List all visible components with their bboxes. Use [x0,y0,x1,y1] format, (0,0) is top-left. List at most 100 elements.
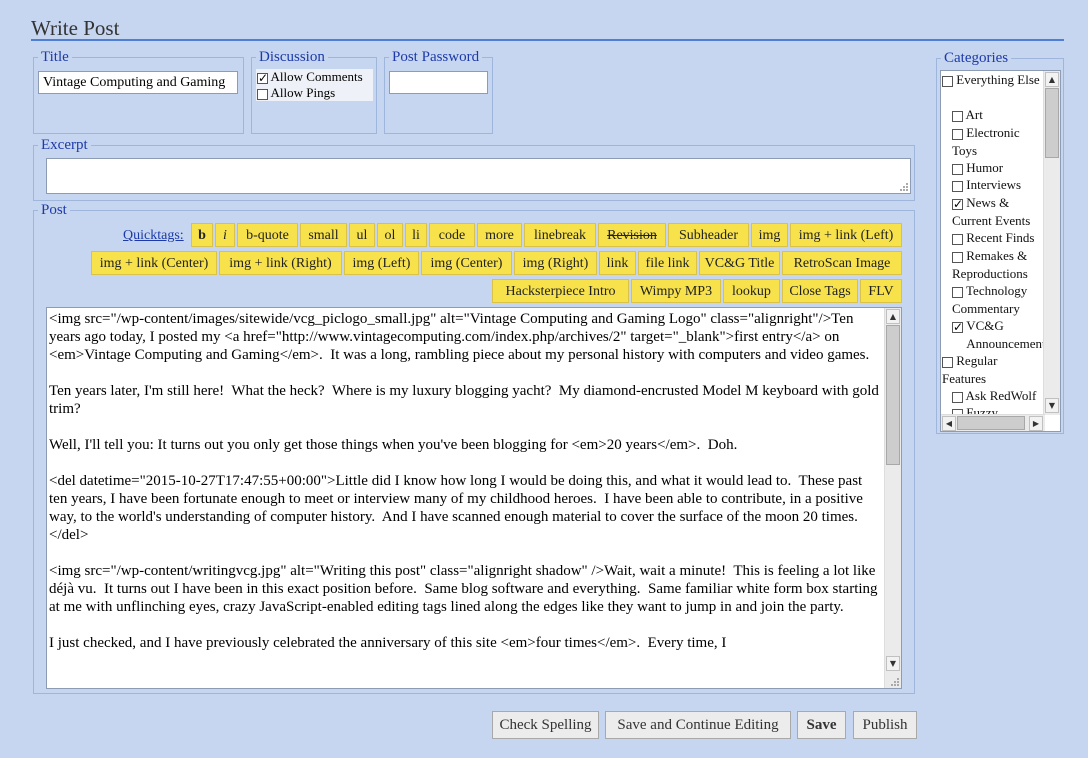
quicktag-code-button[interactable]: code [429,223,475,247]
title-divider [31,39,1064,41]
cat-hscroll-thumb[interactable] [957,416,1025,430]
excerpt-resize-grip[interactable] [899,182,909,192]
quicktag-revision-button[interactable]: Revision [598,223,666,247]
category-ask-redwolf[interactable]: Ask RedWolf [952,387,1044,405]
category-regular-features[interactable]: Regular Features [942,352,1042,387]
allow-comments-option[interactable]: Allow Comments [257,69,363,86]
password-legend: Post Password [392,49,480,65]
quicktag-li-button[interactable]: li [405,223,427,247]
category-checkbox[interactable] [942,75,953,87]
category-electronic-toys[interactable]: Electronic Toys [952,124,1042,159]
categories-legend: Categories [944,50,1009,66]
excerpt-legend: Excerpt [41,137,88,153]
category-checkbox[interactable] [952,233,963,245]
title-legend: Title [41,49,69,65]
quicktag-bquote-button[interactable]: b-quote [237,223,298,247]
category-label: Technology Commentary [952,283,1028,316]
cat-scroll-up-arrow-icon[interactable]: ▲ [1045,72,1059,87]
quicktag-ul-button[interactable]: ul [349,223,375,247]
categories-vscrollbar[interactable]: ▲ ▼ [1043,71,1060,415]
quicktag-lookup-button[interactable]: lookup [723,279,780,303]
category-label: Recent Finds [966,230,1035,245]
category-humor[interactable]: Humor [952,159,1042,177]
scroll-up-arrow-icon[interactable]: ▲ [886,309,900,324]
category-checkbox[interactable] [952,128,963,140]
category-checkbox[interactable] [952,163,963,175]
quicktag-small-button[interactable]: small [300,223,347,247]
cat-scroll-down-arrow-icon[interactable]: ▼ [1045,398,1059,413]
quicktag-flv-button[interactable]: FLV [860,279,902,303]
category-news-current-events[interactable]: News & Current Events [952,194,1044,229]
cat-scroll-thumb[interactable] [1045,88,1059,158]
category-label: Remakes & Reproductions [952,248,1028,281]
excerpt-textarea[interactable] [46,158,911,194]
post-content-text: <img src="/wp-content/images/sitewide/vc… [49,311,879,651]
page-title: Write Post [31,16,120,40]
check-spelling-button[interactable]: Check Spelling [492,711,599,739]
quicktag-img-button[interactable]: img [751,223,788,247]
publish-button[interactable]: Publish [853,711,917,739]
category-label: Humor [966,160,1004,175]
quicktag-ol-button[interactable]: ol [377,223,403,247]
write-post-page: Write Post Title Vintage Computing and G… [0,0,1088,758]
title-input[interactable]: Vintage Computing and Gaming [38,71,238,94]
categories-hscrollbar[interactable]: ◀ ▶ [941,414,1045,431]
cat-scroll-left-arrow-icon[interactable]: ◀ [942,416,956,431]
category-checkbox[interactable] [952,286,963,298]
category-vcg-announcements[interactable]: VC&G Announcements [952,317,1052,352]
categories-list[interactable]: Everything Else Art Electronic Toys Humo… [940,70,1061,432]
allow-pings-label: Allow Pings [270,85,336,100]
category-interviews[interactable]: Interviews [952,176,1042,194]
post-legend: Post [41,202,67,218]
allow-comments-checkbox[interactable] [257,70,268,86]
category-label: Everything Else [956,72,1040,87]
quicktag-linebreak-button[interactable]: linebreak [524,223,596,247]
post-content-scrollbar[interactable]: ▲ ▼ [884,308,901,688]
quicktag-close-tags-button[interactable]: Close Tags [782,279,858,303]
quicktag-img-link-left-button[interactable]: img + link (Left) [790,223,902,247]
save-continue-editing-button[interactable]: Save and Continue Editing [605,711,791,739]
quicktag-img-right-button[interactable]: img (Right) [514,251,597,275]
quicktag-img-center-button[interactable]: img (Center) [421,251,512,275]
post-content-textarea[interactable]: <img src="/wp-content/images/sitewide/vc… [46,307,902,689]
category-checkbox[interactable] [952,319,963,336]
quicktag-subheader-button[interactable]: Subheader [668,223,749,247]
category-recent-finds[interactable]: Recent Finds [952,229,1044,247]
category-checkbox[interactable] [952,110,963,122]
category-checkbox[interactable] [952,180,963,192]
quicktag-hacksterpiece-intro-button[interactable]: Hacksterpiece Intro [492,279,629,303]
category-label: Ask RedWolf [965,388,1037,403]
discussion-legend: Discussion [259,49,325,65]
category-checkbox[interactable] [952,391,963,403]
allow-pings-checkbox[interactable] [257,88,268,100]
allow-comments-label: Allow Comments [270,69,363,84]
quicktag-img-link-right-button[interactable]: img + link (Right) [219,251,342,275]
save-button[interactable]: Save [797,711,846,739]
quicktag-link-button[interactable]: link [599,251,636,275]
quicktag-img-left-button[interactable]: img (Left) [344,251,419,275]
category-everything-else[interactable]: Everything Else [942,71,1042,89]
quicktag-retroscan-image-button[interactable]: RetroScan Image [782,251,902,275]
allow-pings-option[interactable]: Allow Pings [257,85,335,101]
scroll-down-arrow-icon[interactable]: ▼ [886,656,900,671]
quicktag-vcg-title-button[interactable]: VC&G Title [699,251,780,275]
quicktag-file-link-button[interactable]: file link [638,251,697,275]
category-technology-commentary[interactable]: Technology Commentary [952,282,1044,317]
category-label: Interviews [966,177,1022,192]
category-remakes-reproductions[interactable]: Remakes & Reproductions [952,247,1044,282]
category-checkbox[interactable] [942,356,953,368]
post-resize-grip[interactable] [890,677,900,687]
category-art[interactable]: Art [952,106,1042,124]
quicktag-more-button[interactable]: more [477,223,522,247]
category-checkbox[interactable] [952,251,963,263]
quicktag-italic-button[interactable]: i [215,223,235,247]
category-label: VC&G Announcements [966,318,1051,351]
quicktag-bold-button[interactable]: b [191,223,213,247]
category-checkbox[interactable] [952,196,963,213]
scroll-thumb[interactable] [886,325,900,465]
quicktag-wimpy-mp3-button[interactable]: Wimpy MP3 [631,279,721,303]
quicktags-label: Quicktags: [123,228,184,243]
quicktag-img-link-center-button[interactable]: img + link (Center) [91,251,217,275]
post-password-input[interactable] [389,71,488,94]
cat-scroll-right-arrow-icon[interactable]: ▶ [1029,416,1043,431]
